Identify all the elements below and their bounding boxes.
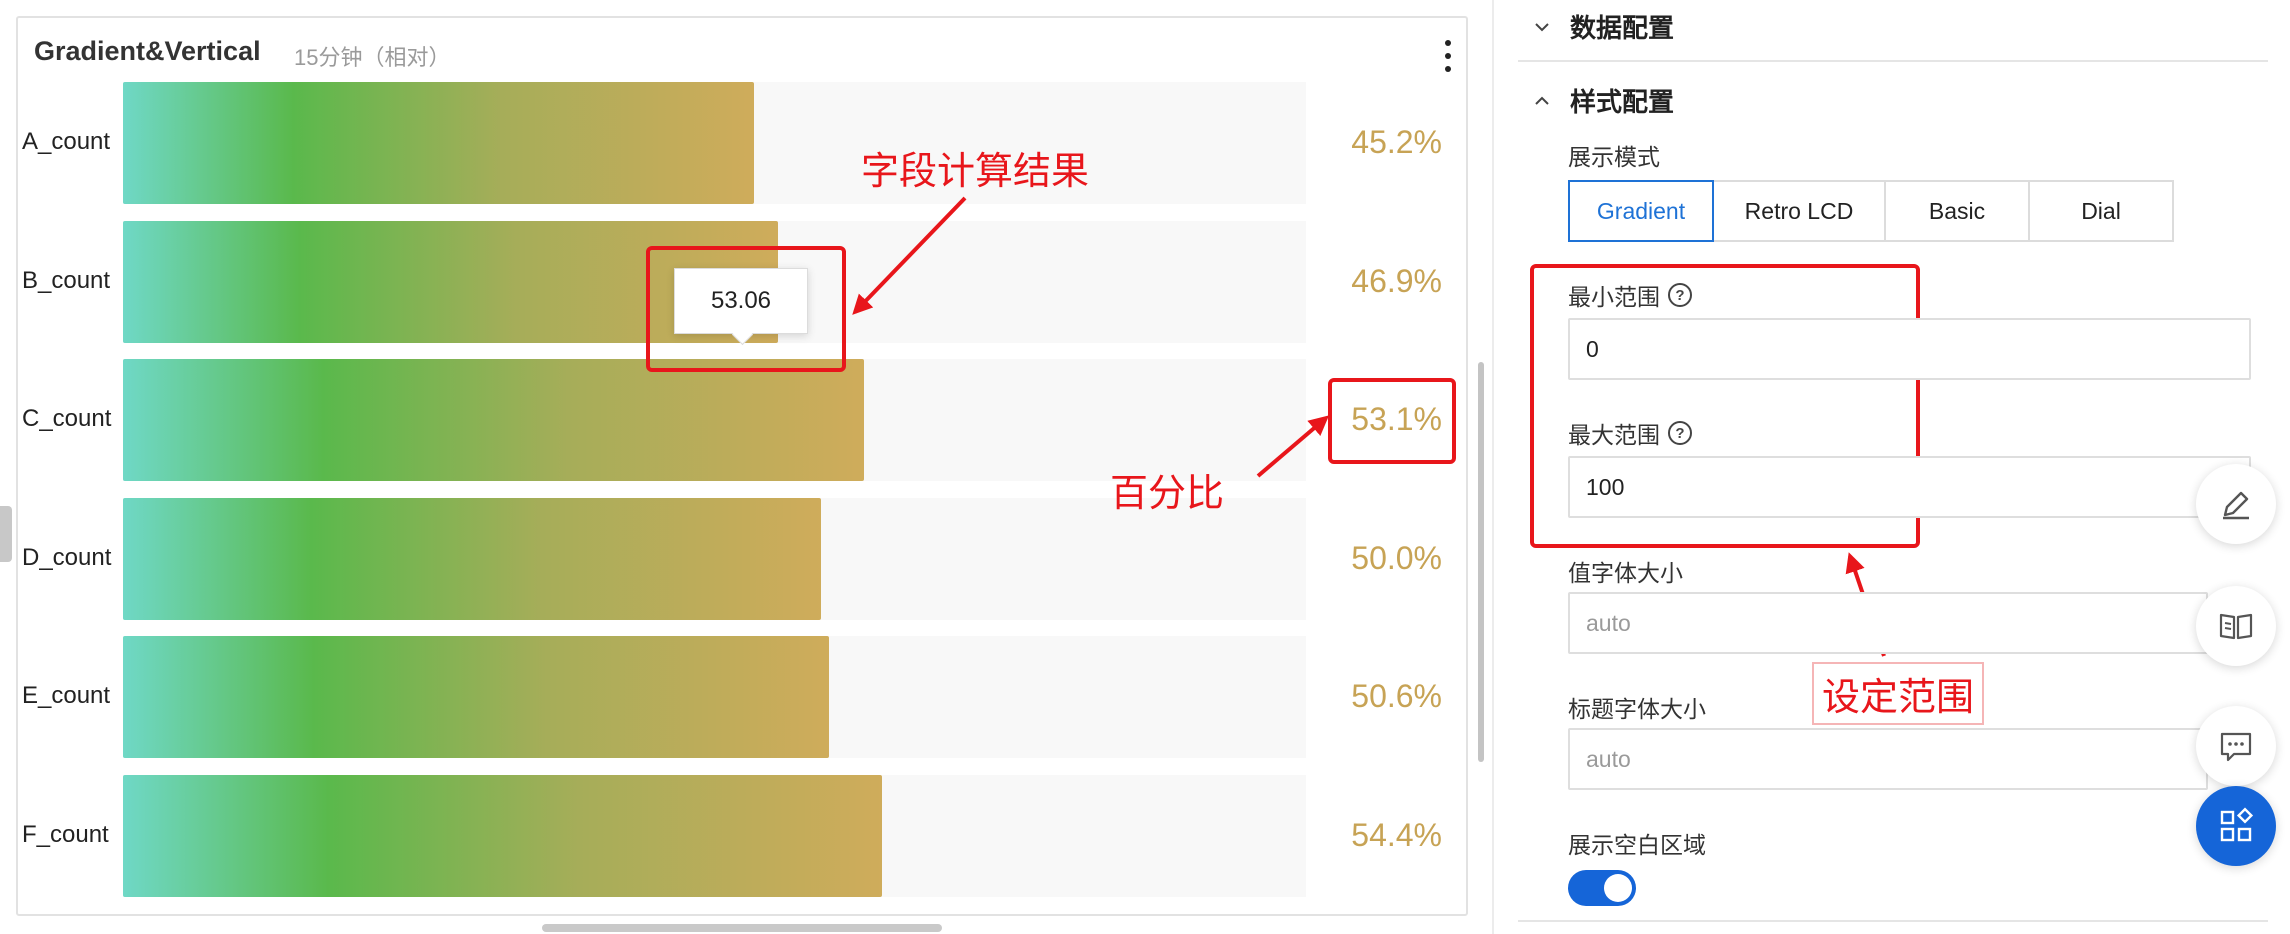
max-range-label: 最大范围 ? bbox=[1568, 416, 1692, 450]
section-data-config-label: 数据配置 bbox=[1570, 13, 1675, 43]
chart-title: Gradient&Vertical bbox=[34, 36, 261, 66]
chevron-up-icon bbox=[1535, 96, 1549, 105]
help-icon[interactable]: ? bbox=[1668, 283, 1692, 307]
toggle-knob bbox=[1604, 874, 1632, 902]
percent-label: 50.0% bbox=[1351, 539, 1442, 576]
mode-gradient-button[interactable]: Gradient bbox=[1568, 180, 1714, 242]
annotation-percent: 百分比 bbox=[1110, 473, 1225, 515]
category-label: A_count bbox=[22, 128, 111, 155]
percent-label: 50.6% bbox=[1351, 678, 1442, 715]
apps-button[interactable] bbox=[2196, 786, 2276, 866]
chevron-down-icon bbox=[1535, 22, 1549, 31]
title-font-size-label: 标题字体大小 bbox=[1568, 690, 1706, 724]
min-range-label-text: 最小范围 bbox=[1568, 284, 1660, 310]
more-vertical-icon[interactable] bbox=[1442, 38, 1454, 74]
bar-d-count[interactable] bbox=[123, 497, 821, 620]
docs-button[interactable] bbox=[2196, 586, 2276, 666]
category-label: D_count bbox=[22, 543, 112, 571]
min-range-label: 最小范围 ? bbox=[1568, 278, 1692, 312]
value-font-size-label: 值字体大小 bbox=[1568, 554, 1683, 588]
chart-time-range[interactable]: 15分钟（相对） bbox=[294, 40, 450, 72]
section-style-config-label: 样式配置 bbox=[1570, 87, 1675, 117]
apps-icon bbox=[2220, 807, 2254, 842]
bar-track bbox=[123, 636, 1306, 759]
bar-f-count[interactable] bbox=[123, 775, 883, 897]
display-mode-selector: Gradient Retro LCD Basic Dial bbox=[1568, 180, 2174, 242]
percent-label: 46.9% bbox=[1351, 262, 1442, 299]
percent-label: 45.2% bbox=[1351, 124, 1442, 160]
display-mode-label: 展示模式 bbox=[1568, 138, 1660, 172]
tooltip-highlight-box bbox=[646, 246, 846, 372]
category-label: E_count bbox=[22, 682, 111, 710]
show-blank-area-label-text: 展示空白区域 bbox=[1568, 832, 1706, 858]
show-blank-area-label: 展示空白区域 bbox=[1568, 826, 1706, 860]
collapse-panel-handle[interactable] bbox=[0, 506, 12, 562]
percent-label: 54.4% bbox=[1351, 817, 1442, 853]
section-style-config[interactable]: 样式配置 bbox=[1532, 82, 1674, 119]
max-range-label-text: 最大范围 bbox=[1568, 422, 1660, 448]
help-icon[interactable]: ? bbox=[1668, 421, 1692, 445]
edit-button[interactable] bbox=[2196, 464, 2276, 544]
mode-basic-button[interactable]: Basic bbox=[1884, 180, 2030, 242]
section-divider bbox=[1518, 60, 2268, 62]
min-range-input[interactable]: 0 bbox=[1568, 318, 2251, 380]
category-label: B_count bbox=[22, 266, 111, 294]
book-icon bbox=[2219, 613, 2253, 640]
edit-icon bbox=[2223, 491, 2249, 520]
bar-c-count[interactable] bbox=[123, 359, 865, 482]
annotation-set-range: 设定范围 bbox=[1812, 662, 1985, 725]
bottom-divider bbox=[1518, 920, 2268, 922]
chat-icon bbox=[2220, 732, 2252, 762]
feedback-button[interactable] bbox=[2196, 706, 2276, 786]
section-data-config[interactable]: 数据配置 bbox=[1532, 8, 1674, 45]
category-label: C_count bbox=[22, 405, 112, 433]
bar-a-count[interactable] bbox=[123, 82, 754, 204]
bar-track bbox=[123, 775, 1306, 897]
value-font-size-label-text: 值字体大小 bbox=[1568, 560, 1683, 586]
bar-track bbox=[123, 82, 1306, 204]
annotation-field-result: 字段计算结果 bbox=[861, 151, 1090, 193]
horizontal-scrollbar[interactable] bbox=[542, 924, 942, 932]
title-font-size-input[interactable]: auto bbox=[1568, 728, 2208, 790]
vertical-scrollbar[interactable] bbox=[1478, 362, 1484, 762]
panel-divider bbox=[1492, 0, 1494, 934]
value-font-size-input[interactable]: auto bbox=[1568, 592, 2208, 654]
mode-dial-button[interactable]: Dial bbox=[2028, 180, 2174, 242]
max-range-input[interactable]: 100 bbox=[1568, 456, 2251, 518]
mode-retro-lcd-button[interactable]: Retro LCD bbox=[1712, 180, 1886, 242]
category-label: F_count bbox=[22, 821, 109, 848]
title-font-size-label-text: 标题字体大小 bbox=[1568, 696, 1706, 722]
bar-e-count[interactable] bbox=[123, 636, 830, 759]
show-blank-area-toggle[interactable] bbox=[1568, 870, 1636, 906]
display-mode-label-text: 展示模式 bbox=[1568, 144, 1660, 170]
percent-highlight-box bbox=[1328, 378, 1456, 464]
